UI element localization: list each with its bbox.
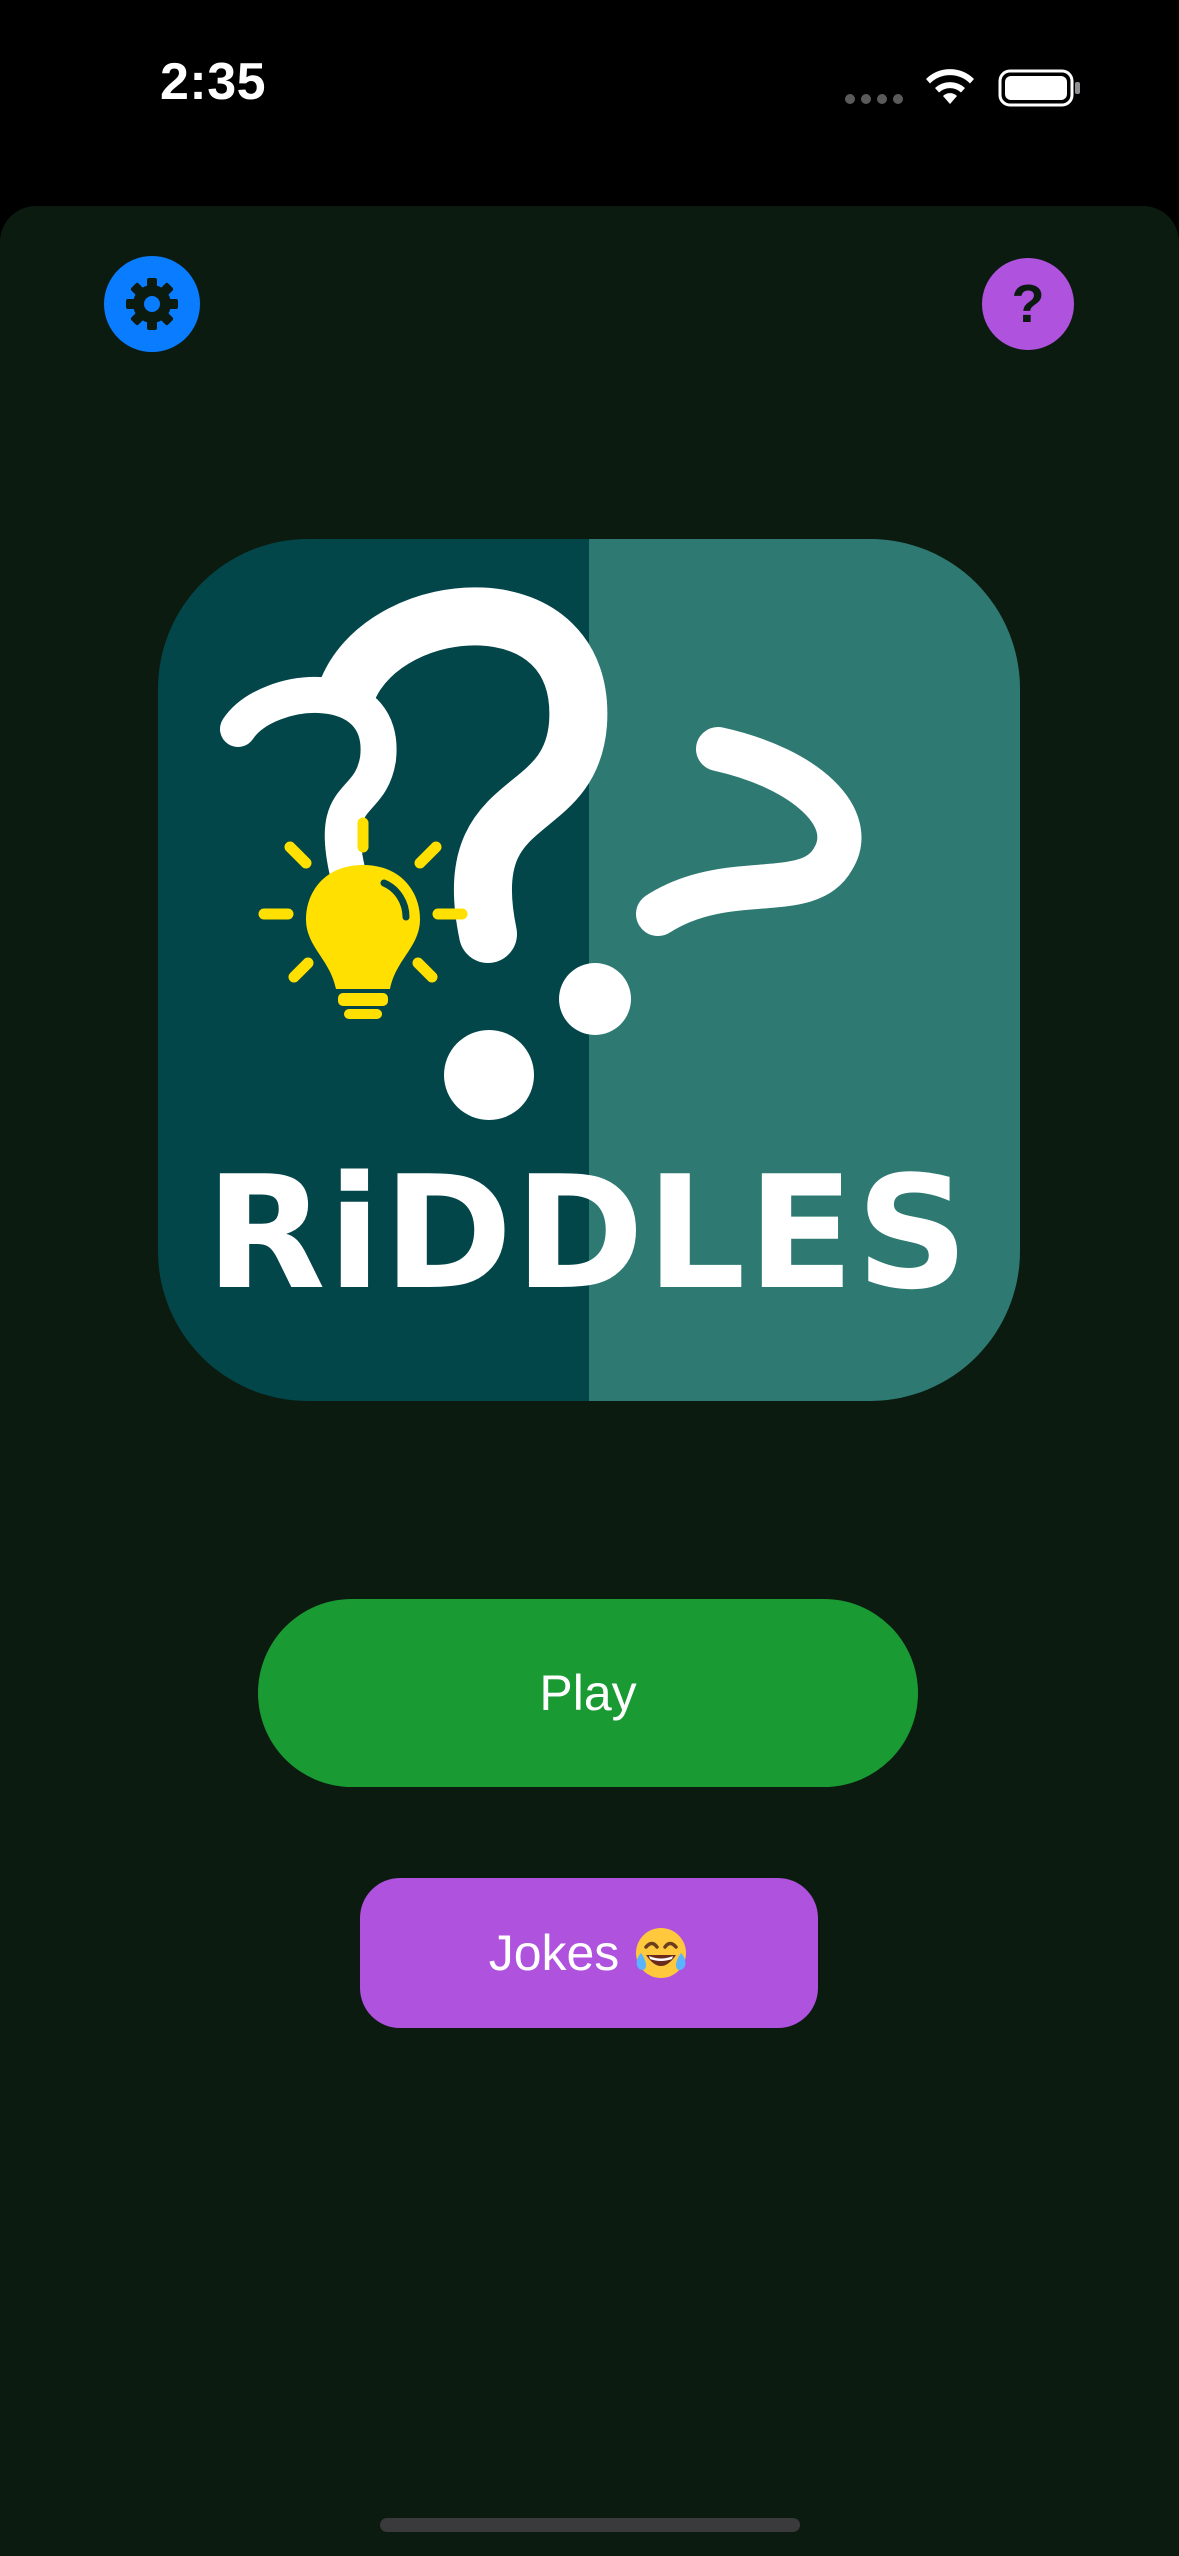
- signal-dots-icon: [845, 94, 903, 104]
- help-button[interactable]: ?: [982, 258, 1074, 350]
- play-button[interactable]: Play: [258, 1599, 918, 1787]
- help-question-icon: ?: [1011, 274, 1045, 334]
- riddles-logo: RiDDLES: [158, 539, 1020, 1401]
- gear-icon: [126, 278, 178, 330]
- home-indicator: [380, 2518, 800, 2532]
- status-time: 2:35: [160, 53, 267, 111]
- jokes-button-label: Jokes: [488, 1925, 620, 1981]
- status-bar: 2:35: [0, 0, 1179, 206]
- settings-button[interactable]: [104, 256, 200, 352]
- jokes-button[interactable]: Jokes: [360, 1878, 818, 2028]
- battery-icon: [998, 69, 1080, 107]
- logo-wordmark: RiDDLES: [206, 1142, 971, 1324]
- tears-of-joy-emoji-icon: [636, 1928, 687, 1978]
- wifi-icon: [926, 69, 974, 104]
